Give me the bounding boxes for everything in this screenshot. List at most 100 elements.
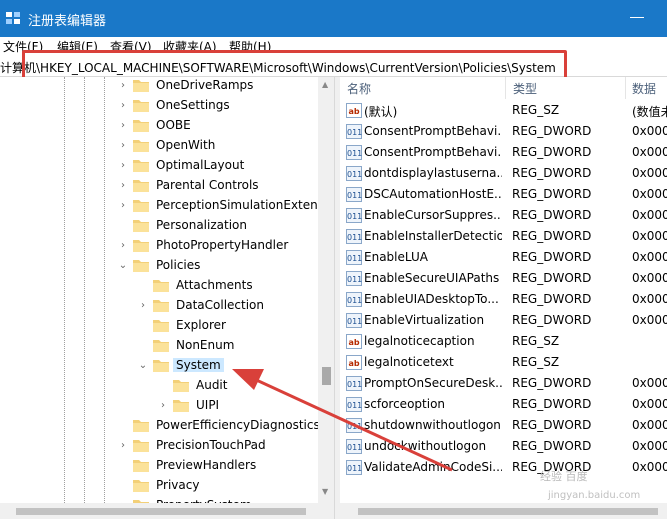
watermark-text: 经验 百度 [540, 470, 588, 483]
folder-icon [133, 100, 149, 112]
value-type: REG_DWORD [512, 187, 592, 201]
value-row[interactable]: 011 undockwithoutlogon REG_DWORD 0x000 [340, 436, 667, 457]
key-tree[interactable]: › OneDriveRamps › OneSettings › OOBE › OpenWith… [0, 77, 334, 519]
dword-value-icon: 011 [346, 313, 362, 328]
chevron-right-icon[interactable]: › [118, 121, 128, 131]
chevron-right-icon[interactable]: › [118, 181, 128, 191]
value-row[interactable]: 011 shutdownwithoutlogon REG_DWORD 0x000 [340, 415, 667, 436]
value-row[interactable]: 011 dontdisplaylastuserna... REG_DWORD 0x00… [340, 163, 667, 184]
value-row[interactable]: 011 EnableUIADesktopTo... REG_DWORD 0x000 [340, 289, 667, 310]
tree-item[interactable]: › OpenWith [0, 136, 318, 156]
tree-item[interactable]: › OptimalLayout [0, 156, 318, 176]
chevron-down-icon[interactable]: ⌄ [138, 361, 148, 371]
dword-value-icon: 011 [346, 397, 362, 412]
value-row[interactable]: 011 EnableVirtualization REG_DWORD 0x000 [340, 310, 667, 331]
value-type: REG_DWORD [512, 418, 592, 432]
column-header-name[interactable]: 名称 [340, 77, 506, 99]
tree-item[interactable]: › OneDriveRamps [0, 77, 318, 96]
value-row[interactable]: 011 EnableLUA REG_DWORD 0x000 [340, 247, 667, 268]
tree-item-label: Policies [156, 258, 201, 272]
value-row[interactable]: ab legalnoticetext REG_SZ [340, 352, 667, 373]
folder-icon [133, 260, 149, 272]
chevron-down-icon[interactable]: ⌄ [118, 261, 128, 271]
folder-icon [173, 380, 189, 392]
tree-item[interactable]: Explorer [0, 316, 318, 336]
title-bar: 注册表编辑器 [0, 0, 667, 37]
minimize-icon[interactable] [630, 17, 644, 18]
value-row[interactable]: 011 PromptOnSecureDesk... REG_DWORD 0x000 [340, 373, 667, 394]
value-row[interactable]: ab (默认) REG_SZ (数值未 [340, 100, 667, 121]
scroll-thumb[interactable] [358, 508, 658, 515]
values-list[interactable]: 名称 类型 数据 ab (默认) REG_SZ (数值未 011 ConsentPromp… [340, 77, 667, 519]
value-data: 0x000 [632, 439, 667, 453]
value-row[interactable]: 011 scforceoption REG_DWORD 0x000 [340, 394, 667, 415]
tree-item-label: OpenWith [156, 138, 216, 152]
values-horizontal-scrollbar[interactable] [340, 503, 667, 519]
scroll-thumb[interactable] [322, 367, 331, 385]
value-row[interactable]: 011 ValidateAdminCodeSi... REG_DWORD 0x000 [340, 457, 667, 478]
value-data: 0x000 [632, 187, 667, 201]
value-name: EnableSecureUIAPaths [364, 271, 500, 285]
value-type: REG_DWORD [512, 439, 592, 453]
tree-horizontal-scrollbar[interactable] [0, 503, 334, 519]
tree-item[interactable]: › Parental Controls [0, 176, 318, 196]
tree-item[interactable]: › PhotoPropertyHandler [0, 236, 318, 256]
value-data: 0x000 [632, 229, 667, 243]
chevron-right-icon[interactable]: › [118, 101, 128, 111]
tree-item-label: Audit [196, 378, 228, 392]
tree-item[interactable]: ⌄ Policies [0, 256, 318, 276]
tree-item[interactable]: › OOBE [0, 116, 318, 136]
tree-item[interactable]: PowerEfficiencyDiagnostics [0, 416, 320, 436]
dword-value-icon: 011 [346, 292, 362, 307]
tree-item[interactable]: NonEnum [0, 336, 318, 356]
value-name: PromptOnSecureDesk... [364, 376, 502, 390]
scroll-up-icon[interactable]: ▲ [322, 80, 328, 89]
value-row[interactable]: 011 EnableSecureUIAPaths REG_DWORD 0x000 [340, 268, 667, 289]
tree-vertical-scrollbar[interactable]: ▲ ▼ [318, 77, 334, 503]
column-header-data[interactable]: 数据 [625, 77, 667, 99]
value-row[interactable]: 011 EnableCursorSuppres... REG_DWORD 0x000 [340, 205, 667, 226]
value-row[interactable]: 011 DSCAutomationHostE... REG_DWORD 0x000 [340, 184, 667, 205]
tree-item[interactable]: › UIPI [0, 396, 318, 416]
tree-item[interactable]: › PerceptionSimulationExtensi [0, 196, 327, 216]
folder-icon [133, 220, 149, 232]
tree-item[interactable]: › DataCollection [0, 296, 318, 316]
value-row[interactable]: 011 ConsentPromptBehavi... REG_DWORD 0x000 [340, 121, 667, 142]
value-name: legalnoticecaption [364, 334, 475, 348]
value-data: 0x000 [632, 313, 667, 327]
scroll-down-icon[interactable]: ▼ [322, 487, 328, 496]
folder-icon [153, 320, 169, 332]
folder-icon [133, 120, 149, 132]
value-name: EnableLUA [364, 250, 428, 264]
value-name: undockwithoutlogon [364, 439, 487, 453]
chevron-right-icon[interactable]: › [118, 81, 128, 91]
value-data: 0x000 [632, 397, 667, 411]
tree-item[interactable]: › PrecisionTouchPad [0, 436, 318, 456]
chevron-right-icon[interactable]: › [118, 161, 128, 171]
tree-item[interactable]: › OneSettings [0, 96, 318, 116]
tree-item-label: UIPI [196, 398, 220, 412]
tree-item[interactable]: ⌄ System [0, 356, 318, 376]
scroll-thumb[interactable] [16, 508, 306, 515]
tree-item[interactable]: Audit [0, 376, 318, 396]
value-row[interactable]: 011 ConsentPromptBehavi... REG_DWORD 0x000 [340, 142, 667, 163]
chevron-right-icon[interactable]: › [118, 201, 128, 211]
value-name: (默认) [364, 105, 398, 119]
tree-item[interactable]: Privacy [0, 476, 318, 496]
tree-item-label: Parental Controls [156, 178, 259, 192]
tree-item[interactable]: PreviewHandlers [0, 456, 318, 476]
chevron-right-icon[interactable]: › [158, 401, 168, 411]
chevron-right-icon[interactable]: › [118, 241, 128, 251]
chevron-right-icon[interactable]: › [118, 141, 128, 151]
tree-item[interactable]: Personalization [0, 216, 318, 236]
column-header-type[interactable]: 类型 [506, 77, 626, 99]
value-row[interactable]: 011 EnableInstallerDetection REG_DWORD 0x00… [340, 226, 667, 247]
value-row[interactable]: ab legalnoticecaption REG_SZ [340, 331, 667, 352]
tree-item[interactable]: Attachments [0, 276, 318, 296]
chevron-right-icon[interactable]: › [138, 301, 148, 311]
value-data: 0x000 [632, 166, 667, 180]
value-type: REG_SZ [512, 355, 560, 369]
dword-value-icon: 011 [346, 376, 362, 391]
tree-item-label: NonEnum [176, 338, 235, 352]
chevron-right-icon[interactable]: › [118, 441, 128, 451]
